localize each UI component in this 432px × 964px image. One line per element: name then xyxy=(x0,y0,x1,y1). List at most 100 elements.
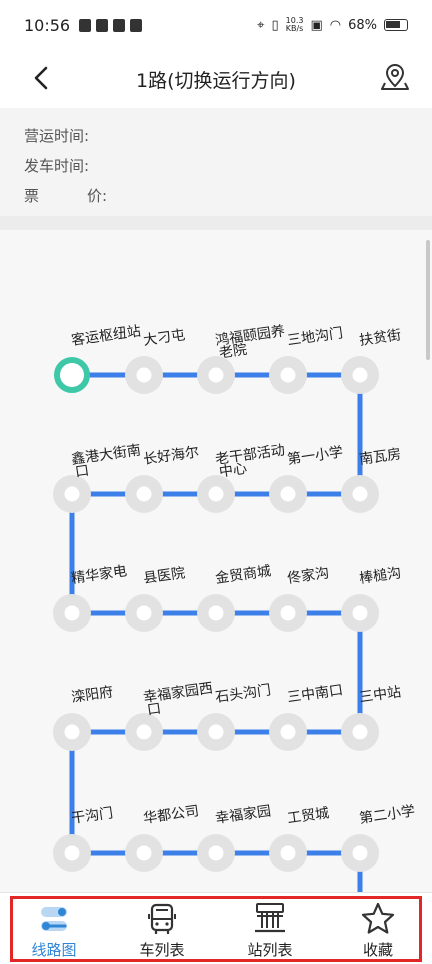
notification-icons xyxy=(79,18,143,32)
tab-bus-list[interactable]: 车列表 xyxy=(108,893,216,964)
battery-icon xyxy=(384,19,408,31)
stop-label[interactable]: 扶贫街 xyxy=(358,327,402,349)
stop-marker-inner[interactable] xyxy=(277,721,299,743)
stop-node[interactable]: 扶贫街 xyxy=(341,327,402,394)
stop-node[interactable]: 县医院 xyxy=(125,565,186,632)
stop-label[interactable]: 大刁屯 xyxy=(142,327,186,349)
tab-label: 车列表 xyxy=(139,941,185,959)
tab-label: 站列表 xyxy=(247,941,293,959)
back-arrow-icon[interactable] xyxy=(28,63,58,93)
stop-marker-inner[interactable] xyxy=(133,483,155,505)
stop-label[interactable]: 老干部活动中心 xyxy=(214,442,287,480)
battery-percent: 68% xyxy=(348,17,377,33)
stop-marker-inner[interactable] xyxy=(205,721,227,743)
status-time: 10:56 xyxy=(24,15,71,35)
stop-marker-inner[interactable] xyxy=(61,602,83,624)
stop-label[interactable]: 南瓦房 xyxy=(358,446,402,468)
stop-marker-inner[interactable] xyxy=(61,721,83,743)
stop-label[interactable]: 幸福家园西口 xyxy=(142,679,215,718)
stop-marker-inner[interactable] xyxy=(205,483,227,505)
tiktok-icon xyxy=(130,18,143,32)
stop-label[interactable]: 工贸城 xyxy=(286,805,330,827)
section-divider xyxy=(0,216,432,230)
stop-label[interactable]: 鸿福颐园养老院 xyxy=(214,322,287,361)
stop-marker-inner[interactable] xyxy=(277,364,299,386)
stop-marker-inner[interactable] xyxy=(349,483,371,505)
departure-time-row: 发车时间: xyxy=(24,154,408,184)
stop-marker-inner[interactable] xyxy=(205,842,227,864)
tab-route-map[interactable]: 线路图 xyxy=(0,893,108,964)
stop-label[interactable]: 三中站 xyxy=(358,684,402,706)
stop-label[interactable]: 第一小学 xyxy=(286,443,344,468)
stop-label[interactable]: 精华家电 xyxy=(70,562,128,587)
stop-label[interactable]: 棒槌沟 xyxy=(358,565,402,587)
page-title[interactable]: 1路(切换运行方向) xyxy=(136,66,296,93)
stop-marker-inner[interactable] xyxy=(349,364,371,386)
notification-icon xyxy=(113,18,126,32)
route-map-canvas[interactable]: 客运枢纽站 大刁屯 鸿福颐园养老院三地沟门 扶贫街南瓦房第一小学老干部活动中心长好海尔… xyxy=(0,230,432,892)
stop-label[interactable]: 三地沟门 xyxy=(286,325,344,349)
stop-label[interactable]: 石头沟门 xyxy=(214,682,272,706)
stop-label[interactable]: 滦阳府 xyxy=(70,684,114,706)
departure-time-label: 发车时间: xyxy=(24,157,90,175)
stop-marker-inner[interactable] xyxy=(205,364,227,386)
vibrate-icon: ▯ xyxy=(271,17,279,33)
tab-label: 收藏 xyxy=(362,941,393,959)
scrollbar[interactable] xyxy=(426,240,430,360)
stop-label[interactable]: 第二小学 xyxy=(358,802,416,827)
stop-node[interactable]: 三中南口 xyxy=(269,682,344,751)
stop-node[interactable]: 第二小学 xyxy=(341,802,416,872)
stop-marker-inner[interactable] xyxy=(277,602,299,624)
tab-label: 线路图 xyxy=(31,941,77,959)
stop-label[interactable]: 佟家沟 xyxy=(286,564,330,587)
stop-marker-inner[interactable] xyxy=(133,721,155,743)
net-speed: 10.3 KB/s xyxy=(285,16,304,33)
stop-node[interactable]: 滦阳府 xyxy=(53,684,114,751)
tab-station-list[interactable]: 站列表 xyxy=(216,893,324,964)
stop-node[interactable]: 三中站 xyxy=(341,684,402,751)
stop-marker-inner[interactable] xyxy=(277,842,299,864)
map-pin-icon[interactable] xyxy=(380,62,410,92)
stop-marker-inner[interactable] xyxy=(349,842,371,864)
stop-node[interactable]: 精华家电 xyxy=(53,562,128,632)
stop-node[interactable]: 幸福家园 xyxy=(197,802,272,872)
stop-label[interactable]: 幸福家园 xyxy=(214,802,272,827)
route-info-panel: 营运时间: 发车时间: 票 价: xyxy=(0,108,432,216)
stop-label[interactable]: 长好海尔 xyxy=(142,444,200,468)
stop-node[interactable]: 南瓦房 xyxy=(341,446,402,513)
notification-icon xyxy=(79,18,92,32)
stop-node[interactable]: 工贸城 xyxy=(269,805,330,872)
stop-marker-inner[interactable] xyxy=(277,483,299,505)
service-hours-row: 营运时间: xyxy=(24,124,408,154)
stop-marker-inner[interactable] xyxy=(349,721,371,743)
stop-marker-inner[interactable] xyxy=(61,483,83,505)
stop-marker-inner[interactable] xyxy=(133,842,155,864)
stop-marker-inner[interactable] xyxy=(133,602,155,624)
route-map-icon xyxy=(41,907,67,931)
stop-marker-inner[interactable] xyxy=(349,602,371,624)
stop-label[interactable]: 三中南口 xyxy=(286,682,344,706)
location-status-icon: ⌖ xyxy=(257,17,265,33)
stop-node[interactable]: 华都公司 xyxy=(125,803,200,872)
stop-node[interactable]: 干沟门 xyxy=(53,805,114,872)
stop-label[interactable]: 华都公司 xyxy=(142,803,200,827)
route-map[interactable]: 客运枢纽站 大刁屯 鸿福颐园养老院 三地沟门 扶贫街南瓦房 第一小学 老干部活动中心 长好海尔… xyxy=(0,230,432,892)
stop-marker-inner[interactable] xyxy=(205,602,227,624)
wifi-icon: ◠ xyxy=(329,17,342,33)
stop-label[interactable]: 客运枢纽站 xyxy=(70,322,142,349)
bus-icon xyxy=(148,903,176,934)
stop-label[interactable]: 金贸商城 xyxy=(214,563,272,587)
stop-label[interactable]: 鑫港大街南口 xyxy=(70,441,143,480)
stop-label[interactable]: 干沟门 xyxy=(70,805,114,827)
stop-marker-inner[interactable] xyxy=(133,364,155,386)
start-stop-marker[interactable] xyxy=(54,357,90,393)
stop-label[interactable]: 县医院 xyxy=(142,565,186,587)
stop-marker-inner[interactable] xyxy=(61,842,83,864)
stop-node[interactable]: 棒槌沟 xyxy=(341,565,402,632)
notification-icon xyxy=(96,18,109,32)
stop-node[interactable]: 金贸商城 xyxy=(197,563,272,632)
app-header: 1路(切换运行方向) xyxy=(0,50,432,108)
stop-node[interactable]: 佟家沟 xyxy=(269,564,330,632)
tab-favorites[interactable]: 收藏 xyxy=(324,893,432,964)
service-hours-label: 营运时间: xyxy=(24,127,90,145)
